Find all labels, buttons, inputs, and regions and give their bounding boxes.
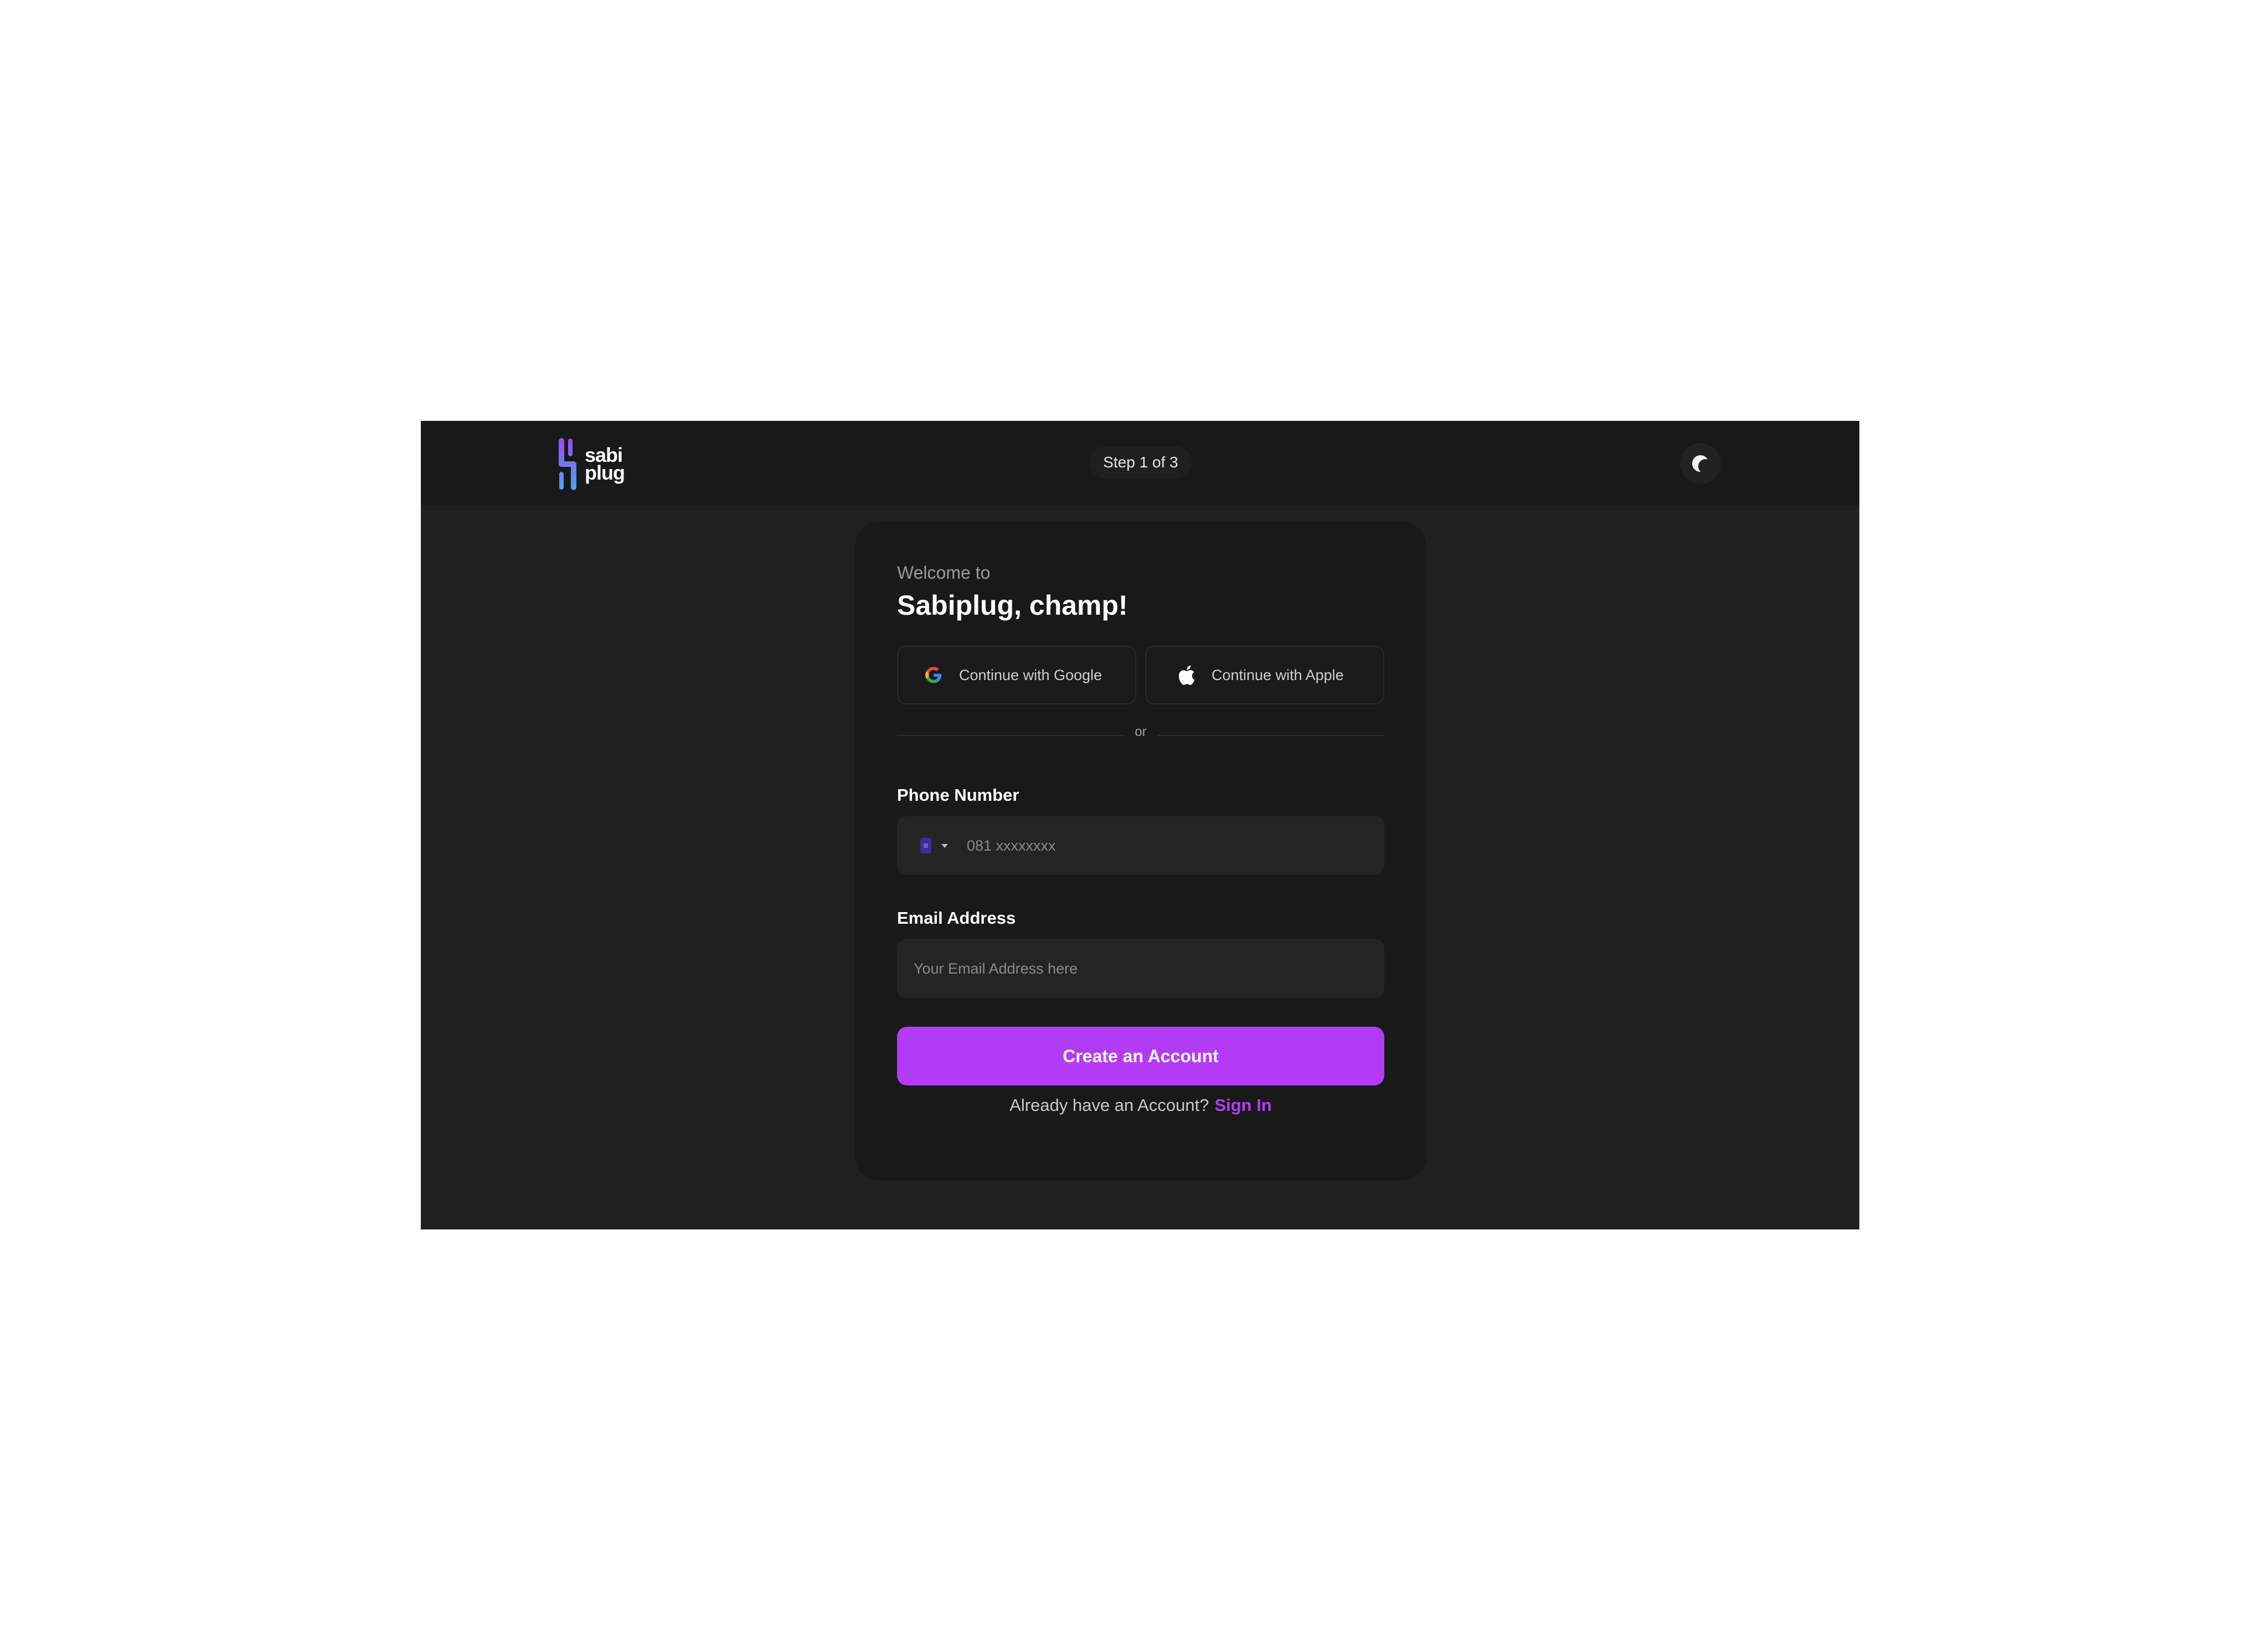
logo-wordmark: sabi plug — [585, 445, 625, 484]
step-indicator: Step 1 of 3 — [1090, 446, 1192, 478]
top-navbar: sabi plug Step 1 of 3 — [421, 421, 1859, 505]
email-address-label: Email Address — [897, 908, 1016, 928]
logo-word-bottom: plug — [585, 461, 625, 484]
divider-or-text: or — [1135, 724, 1147, 739]
continue-with-google-button[interactable]: Continue with Google — [897, 646, 1136, 704]
phone-number-input[interactable] — [967, 816, 1384, 875]
moon-icon — [1692, 455, 1712, 473]
phone-number-field — [897, 816, 1384, 875]
google-button-label: Continue with Google — [959, 666, 1102, 683]
signin-row: Already have an Account? Sign In — [855, 1095, 1426, 1115]
email-address-field — [897, 939, 1384, 998]
logo-mark-icon — [559, 438, 576, 490]
google-icon — [922, 664, 945, 686]
theme-toggle-button[interactable] — [1680, 443, 1721, 484]
signup-card: Welcome to Sabiplug, champ! Continue wit… — [855, 522, 1426, 1181]
continue-with-apple-button[interactable]: Continue with Apple — [1145, 646, 1384, 704]
welcome-title: Sabiplug, champ! — [897, 590, 1128, 621]
app-window: sabi plug Step 1 of 3 Welcome to Sabiplu… — [421, 421, 1859, 1229]
sign-in-link[interactable]: Sign In — [1214, 1095, 1271, 1115]
phone-number-label: Phone Number — [897, 785, 1019, 805]
divider-right — [1157, 735, 1384, 736]
apple-button-label: Continue with Apple — [1212, 666, 1344, 683]
flag-icon — [920, 838, 931, 853]
country-code-dropdown[interactable] — [920, 838, 948, 853]
sabiplug-logo[interactable]: sabi plug — [554, 437, 631, 491]
welcome-subtitle: Welcome to — [897, 563, 991, 583]
divider-left — [897, 735, 1124, 736]
create-account-button[interactable]: Create an Account — [897, 1027, 1384, 1085]
signin-prompt: Already have an Account? — [1009, 1095, 1209, 1115]
email-address-input[interactable] — [914, 939, 1384, 998]
caret-down-icon — [941, 843, 948, 848]
apple-icon — [1175, 664, 1197, 686]
